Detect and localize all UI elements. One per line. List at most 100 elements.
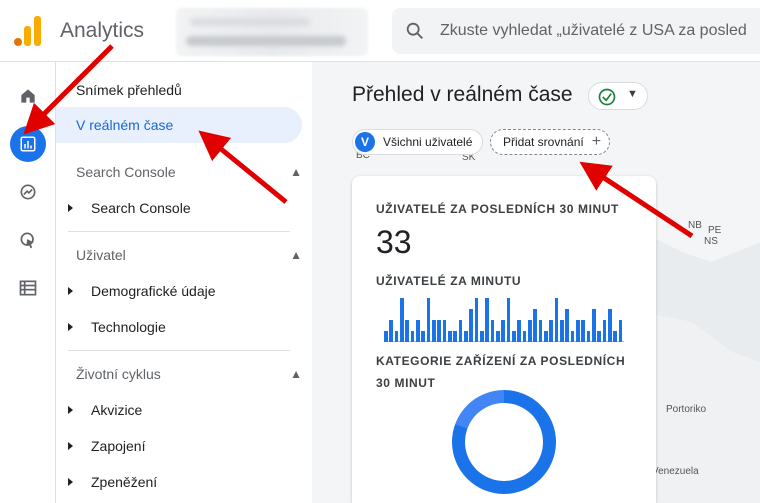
configure-icon bbox=[19, 280, 37, 296]
add-comparison-button[interactable]: Přidat srovnání + bbox=[490, 129, 611, 155]
add-comparison-label: Přidat srovnání bbox=[503, 135, 584, 149]
minute-bar[interactable] bbox=[576, 320, 580, 342]
nav-subitem-label: Akvizice bbox=[91, 402, 143, 418]
reports-button[interactable] bbox=[10, 126, 46, 162]
section-user[interactable]: Uživatel ▲ bbox=[76, 247, 302, 263]
expand-triangle-icon bbox=[68, 478, 73, 486]
status-dropdown[interactable]: ▼ bbox=[588, 82, 648, 110]
minute-bar[interactable] bbox=[421, 331, 426, 342]
minute-bar[interactable] bbox=[586, 331, 591, 342]
map-label: Venezuela bbox=[652, 466, 699, 477]
nav-subitem-demographics[interactable]: Demografické údaje bbox=[68, 283, 216, 299]
nav-subitem-label: Demografické údaje bbox=[91, 283, 216, 299]
nav-subitem-technology[interactable]: Technologie bbox=[68, 319, 166, 335]
all-users-label: Všichni uživatelé bbox=[383, 135, 473, 149]
nav-item-snapshot[interactable]: Snímek přehledů bbox=[56, 72, 302, 108]
minute-bar[interactable] bbox=[389, 320, 394, 342]
nav-subitem-search-console[interactable]: Search Console bbox=[68, 200, 191, 216]
analytics-logo-icon[interactable] bbox=[14, 16, 42, 46]
all-users-chip[interactable]: V Všichni uživatelé bbox=[352, 129, 484, 155]
nav-subitem-label: Zapojení bbox=[91, 438, 146, 454]
explore-button[interactable] bbox=[10, 174, 46, 210]
minute-bar[interactable] bbox=[608, 309, 612, 342]
minute-bar[interactable] bbox=[528, 320, 532, 342]
nav-subitem-engagement[interactable]: Zapojení bbox=[68, 438, 145, 454]
minute-bar[interactable] bbox=[480, 331, 484, 342]
report-navigation: Snímek přehledů V reálném čase Search Co… bbox=[56, 62, 312, 503]
minute-bar[interactable] bbox=[400, 298, 404, 342]
search-icon bbox=[406, 22, 423, 39]
caret-down-icon: ▼ bbox=[627, 88, 638, 100]
minute-bar[interactable] bbox=[613, 331, 618, 342]
minute-bar[interactable] bbox=[496, 331, 500, 342]
section-title: Životní cyklus bbox=[76, 366, 161, 382]
device-category-label-2: 30 MINUT bbox=[376, 376, 436, 390]
minute-bar[interactable] bbox=[570, 331, 575, 342]
minute-bar[interactable] bbox=[533, 309, 538, 342]
minute-bar[interactable] bbox=[565, 309, 570, 342]
nav-item-realtime[interactable]: V reálném čase bbox=[56, 107, 302, 143]
account-selector[interactable] bbox=[176, 8, 368, 56]
divider bbox=[68, 350, 290, 351]
minute-bar[interactable] bbox=[554, 298, 559, 342]
minute-bar[interactable] bbox=[442, 320, 447, 342]
section-title: Search Console bbox=[76, 164, 176, 180]
minute-bar[interactable] bbox=[490, 320, 495, 342]
minute-bar[interactable] bbox=[602, 320, 607, 342]
minute-bar[interactable] bbox=[618, 320, 623, 342]
app-title: Analytics bbox=[60, 19, 145, 42]
minute-bar[interactable] bbox=[437, 320, 442, 342]
minute-bar[interactable] bbox=[512, 331, 516, 342]
minute-bar[interactable] bbox=[522, 331, 527, 342]
segment-avatar: V bbox=[355, 132, 375, 152]
advertising-button[interactable] bbox=[10, 222, 46, 258]
search-input[interactable]: Zkuste vyhledat „uživatelé z USA za posl… bbox=[392, 8, 760, 54]
minute-bar[interactable] bbox=[549, 320, 554, 342]
section-search-console[interactable]: Search Console ▲ bbox=[76, 164, 302, 180]
minute-bar[interactable] bbox=[453, 331, 458, 342]
minute-bar[interactable] bbox=[485, 298, 490, 342]
reports-icon bbox=[20, 136, 36, 152]
minute-bar[interactable] bbox=[405, 320, 410, 342]
minute-bar[interactable] bbox=[544, 331, 548, 342]
minute-bar[interactable] bbox=[448, 331, 452, 342]
section-title: Uživatel bbox=[76, 247, 126, 263]
nav-subitem-label: Technologie bbox=[91, 319, 166, 335]
map-label: PE bbox=[708, 225, 722, 236]
nav-subitem-acquisition[interactable]: Akvizice bbox=[68, 402, 142, 418]
device-category-label: KATEGORIE ZAŘÍZENÍ ZA POSLEDNÍCH bbox=[376, 354, 626, 368]
minute-bar[interactable] bbox=[517, 320, 522, 342]
minute-bar[interactable] bbox=[464, 331, 468, 342]
chevron-up-icon: ▲ bbox=[290, 165, 302, 179]
minute-bar[interactable] bbox=[426, 298, 431, 342]
nav-subitem-label: Zpeněžení bbox=[91, 474, 158, 490]
section-lifecycle[interactable]: Životní cyklus ▲ bbox=[76, 366, 302, 382]
minute-bar[interactable] bbox=[597, 331, 602, 342]
minute-bar[interactable] bbox=[394, 331, 399, 342]
map-label: Portoriko bbox=[666, 404, 707, 415]
minute-bar[interactable] bbox=[416, 320, 420, 342]
minute-bar[interactable] bbox=[506, 298, 511, 342]
minute-bar[interactable] bbox=[458, 320, 463, 342]
users-per-minute-chart[interactable] bbox=[384, 296, 624, 342]
map-label: NB bbox=[688, 220, 702, 231]
minute-bar[interactable] bbox=[474, 298, 479, 342]
minute-bar[interactable] bbox=[469, 309, 474, 342]
expand-triangle-icon bbox=[68, 287, 73, 295]
minute-bar[interactable] bbox=[384, 331, 388, 342]
minute-bar[interactable] bbox=[501, 320, 506, 342]
minute-bar[interactable] bbox=[410, 331, 415, 342]
minute-bar[interactable] bbox=[538, 320, 543, 342]
configure-button[interactable] bbox=[10, 270, 46, 306]
minute-bar[interactable] bbox=[560, 320, 564, 342]
users-30min-label: UŽIVATELÉ ZA POSLEDNÍCH 30 MINUT bbox=[376, 202, 619, 216]
device-category-donut[interactable] bbox=[452, 390, 556, 494]
divider bbox=[68, 231, 290, 232]
nav-subitem-monetization[interactable]: Zpeněžení bbox=[68, 474, 157, 490]
minute-bar[interactable] bbox=[581, 320, 586, 342]
minute-bar[interactable] bbox=[432, 320, 436, 342]
check-circle-icon bbox=[598, 88, 616, 106]
expand-triangle-icon bbox=[68, 442, 73, 450]
home-button[interactable] bbox=[10, 78, 46, 114]
minute-bar[interactable] bbox=[592, 309, 596, 342]
